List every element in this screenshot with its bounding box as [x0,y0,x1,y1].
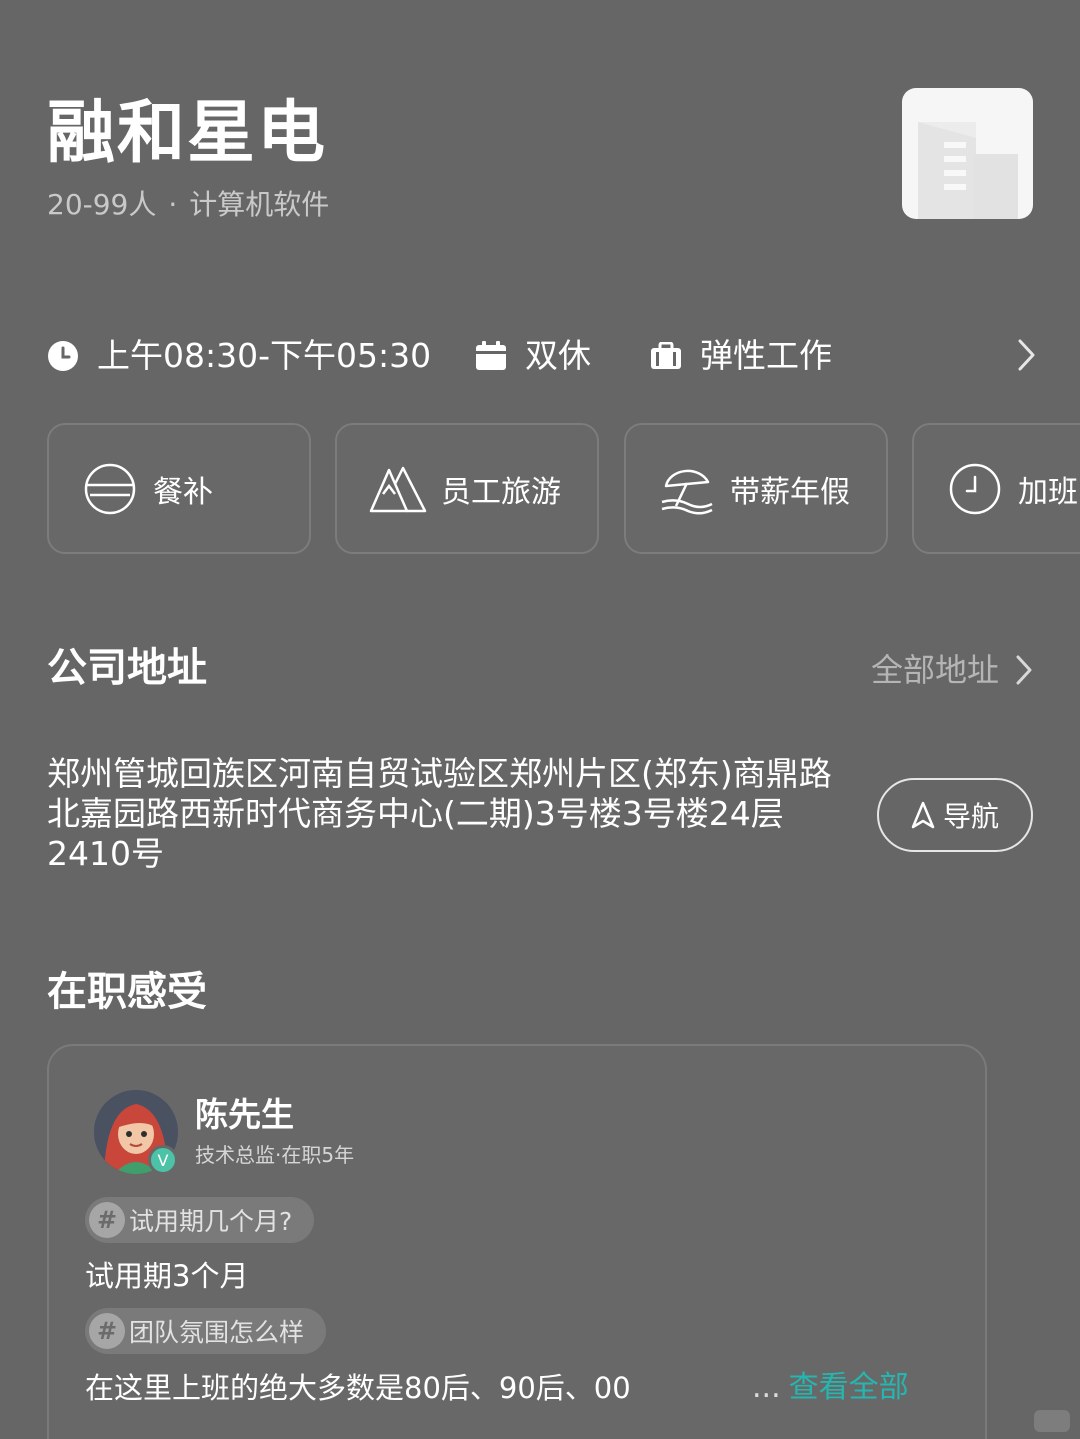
rest-days-text: 双休 [525,336,591,375]
work-hours-text: 上午08:30-下午05:30 [97,336,432,375]
navigation-arrow-icon [911,801,935,829]
work-mode: 弹性工作 [650,332,832,380]
watermark-logo [1034,1410,1070,1432]
clock-filled-icon [47,340,79,372]
briefcase-icon [650,342,682,370]
question-tag[interactable]: # 团队氛围怎么样 [85,1308,327,1354]
view-all-link[interactable]: ... 查看全部 [752,1368,909,1408]
company-address: 郑州管城回族区河南自贸试验区郑州片区(郑东)商鼎路北嘉园路西新时代商务中心(二期… [47,754,832,873]
review-section-title: 在职感受 [47,969,207,1015]
building-icon [918,122,1018,219]
navigation-button[interactable]: 导航 [877,778,1033,852]
ellipsis: ... [752,1370,781,1405]
benefit-card-travel[interactable]: 员工旅游 [335,423,599,554]
question-tag-label: 试用期几个月? [129,1207,293,1236]
clock-icon [946,460,1004,518]
mountain-icon [369,460,427,518]
hash-icon: # [89,1313,125,1349]
verified-badge: V [148,1145,178,1175]
reviewer-role: 技术总监·在职5年 [195,1143,355,1167]
reviewer-name: 陈先生 [195,1095,294,1134]
chevron-right-icon [1016,655,1032,685]
bowl-icon [81,460,139,518]
meta-separator: · [168,188,178,221]
benefit-card-paid-leave[interactable]: 带薪年假 [624,423,888,554]
company-industry: 计算机软件 [189,188,330,221]
benefit-card-meal[interactable]: 餐补 [47,423,311,554]
company-logo [902,88,1033,219]
work-mode-text: 弹性工作 [700,336,832,375]
work-info-row[interactable]: 上午08:30-下午05:30 双休 弹性工作 [47,332,1037,380]
view-all-label[interactable]: 查看全部 [789,1370,909,1405]
company-meta: 20-99人 · 计算机软件 [47,186,329,224]
benefit-card-overtime[interactable]: 加班 [912,423,1080,554]
company-size: 20-99人 [47,188,157,221]
answer-text: 试用期3个月 [85,1259,249,1293]
chevron-right-icon[interactable] [1017,338,1037,376]
work-hours: 上午08:30-下午05:30 [47,332,431,380]
answer-text: 在这里上班的绝大多数是80后、90后、00 [85,1371,631,1405]
benefit-label: 带薪年假 [730,474,850,510]
benefit-label: 员工旅游 [441,474,561,510]
benefit-label: 餐补 [153,474,213,510]
all-address-label: 全部地址 [870,651,999,689]
question-tag[interactable]: # 试用期几个月? [85,1197,315,1243]
rest-days: 双休 [475,332,591,380]
hash-icon: # [89,1202,125,1238]
all-address-link[interactable]: 全部地址 [871,648,1033,692]
question-tag-label: 团队氛围怎么样 [129,1318,305,1347]
company-name: 融和星电 [47,94,328,173]
benefits-list[interactable]: 餐补 员工旅游 带薪年假 加班 [47,423,1080,555]
beach-umbrella-icon [658,460,716,518]
navigation-label: 导航 [942,800,999,833]
benefit-label: 加班 [1018,474,1078,510]
address-section-title: 公司地址 [47,645,207,691]
calendar-icon [475,341,507,371]
